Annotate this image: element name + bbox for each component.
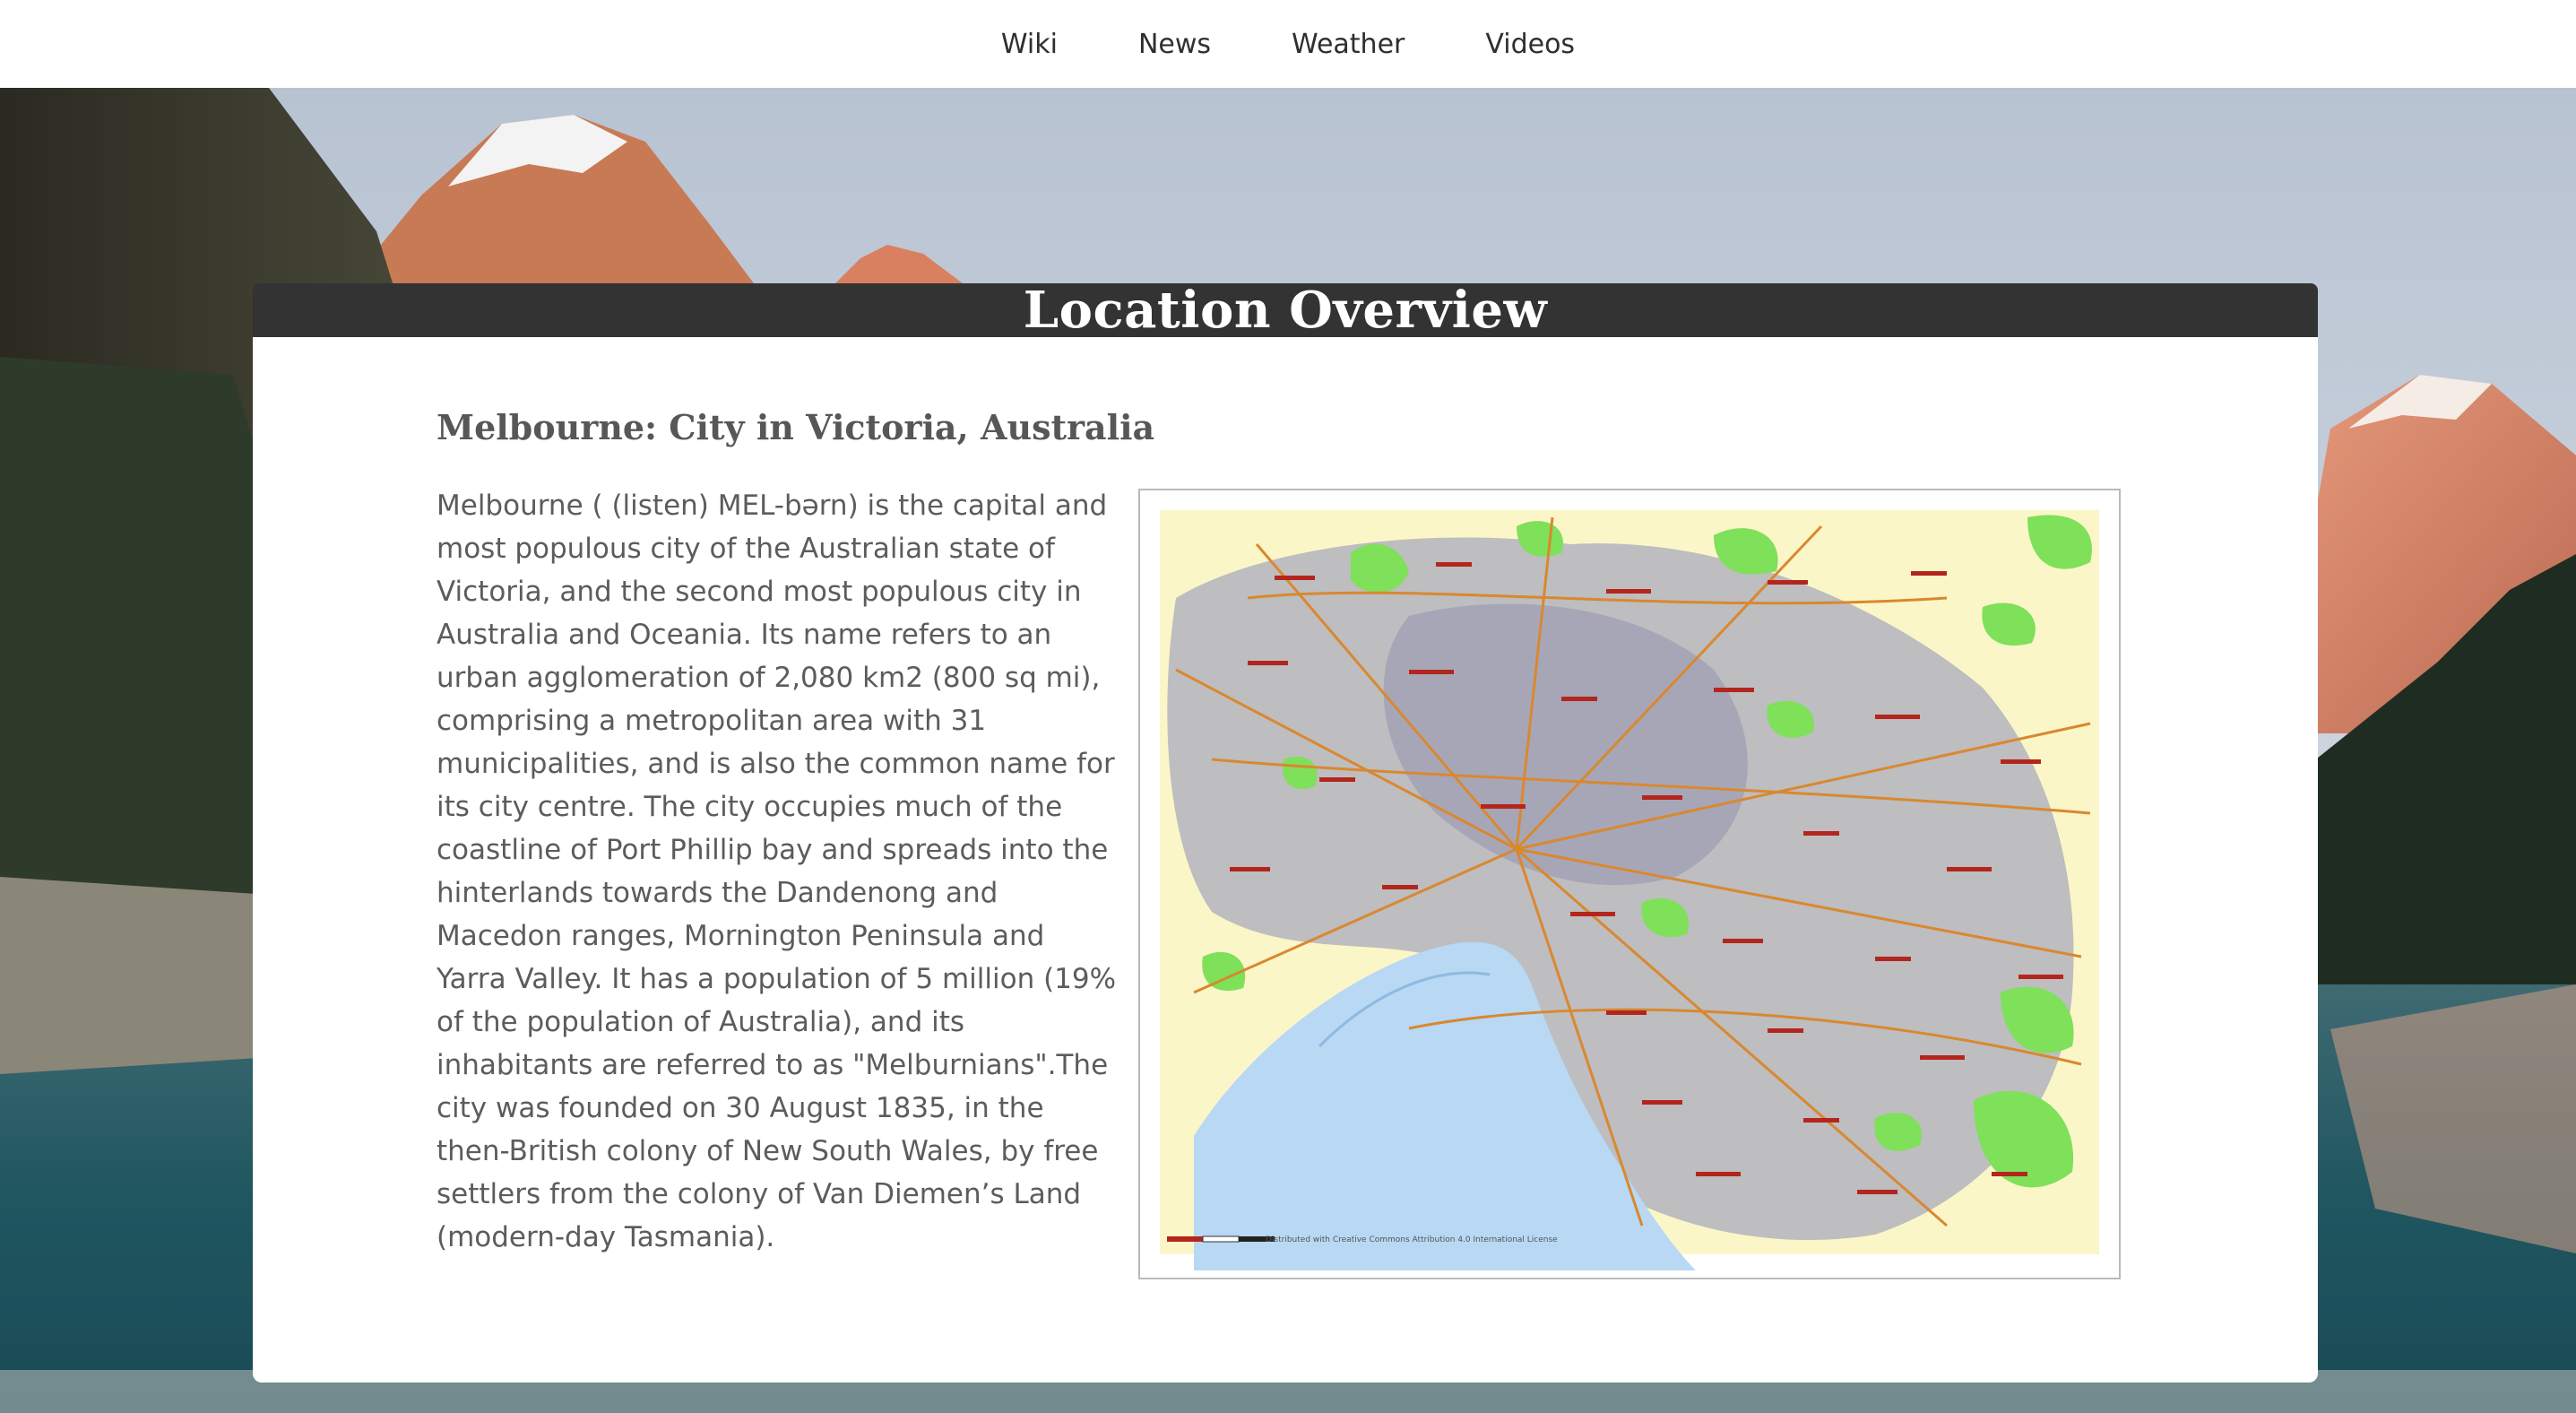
nav-item-weather: Weather [1292, 20, 1405, 69]
location-description: Melbourne ( (listen) MEL-bərn) is the ca… [437, 490, 1117, 1253]
location-card: Melbourne: City in Victoria, Australia M… [253, 337, 2318, 1383]
map-license-credit: Distributed with Creative Commons Attrib… [1266, 1235, 1558, 1244]
city-map-image: Distributed with Creative Commons Attrib… [1138, 489, 2121, 1279]
melbourne-map: Distributed with Creative Commons Attrib… [1160, 510, 2099, 1270]
page-title: Location Overview [1023, 281, 1548, 340]
nav-list: Wiki News Weather Videos [961, 20, 1615, 69]
nav-link-news[interactable]: News [1138, 20, 1211, 69]
nav-item-wiki: Wiki [1001, 20, 1058, 69]
nav-link-videos[interactable]: Videos [1485, 20, 1575, 69]
top-nav: Wiki News Weather Videos [0, 0, 2576, 88]
map-scale-bar [1167, 1235, 1275, 1243]
nav-link-weather[interactable]: Weather [1292, 20, 1405, 69]
nav-item-videos: Videos [1485, 20, 1575, 69]
nav-item-news: News [1138, 20, 1211, 69]
location-heading: Melbourne: City in Victoria, Australia [437, 407, 1155, 447]
nav-link-wiki[interactable]: Wiki [1001, 20, 1058, 69]
page-title-bar: Location Overview [253, 283, 2318, 337]
